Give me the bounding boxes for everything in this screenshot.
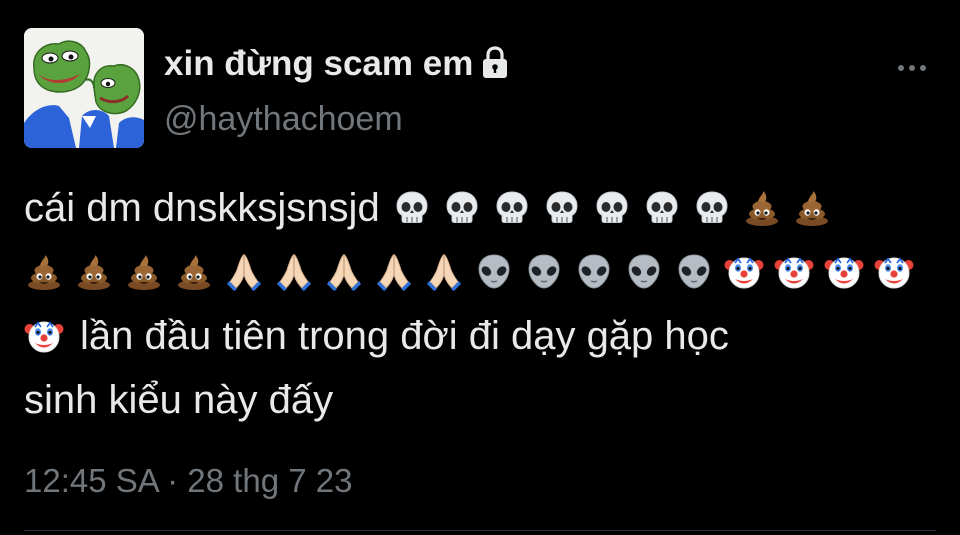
meta-separator: ·: [167, 462, 179, 499]
tweet-timestamp[interactable]: 12:45 SA · 28 thg 7 23: [24, 462, 352, 500]
folded-hands-icon: [324, 252, 364, 292]
more-icon: [898, 65, 904, 71]
folded-hands-icon: [374, 252, 414, 292]
skull-icon: [592, 188, 632, 228]
alien-icon: [674, 252, 714, 292]
alien-icon: [524, 252, 564, 292]
poop-icon: [742, 188, 782, 228]
poop-icon: [792, 188, 832, 228]
alien-icon: [574, 252, 614, 292]
tweet-text-segment: sinh kiểu này đấy: [24, 378, 334, 422]
poop-icon: [24, 252, 64, 292]
folded-hands-icon: [274, 252, 314, 292]
more-icon: [909, 65, 915, 71]
clown-icon: [824, 252, 864, 292]
lock-icon: [483, 46, 508, 78]
clown-icon: [774, 252, 814, 292]
pepe-frog-avatar-icon: [24, 28, 144, 148]
tweet-line-1: cái dm dnskksjsnsjd: [24, 176, 944, 240]
folded-hands-icon: [224, 252, 264, 292]
emoji-group-line2: [24, 252, 914, 292]
display-name[interactable]: xin đừng scam em: [164, 44, 473, 84]
tweet-line-3: lần đầu tiên trong đời đi dạy gặp học: [24, 304, 944, 368]
skull-icon: [692, 188, 732, 228]
more-icon: [920, 65, 926, 71]
tweet-date[interactable]: 28 thg 7 23: [187, 462, 352, 499]
alien-icon: [624, 252, 664, 292]
tweet-text-segment: lần đầu tiên trong đời đi dạy gặp học: [80, 314, 729, 358]
tweet-card: xin đừng scam em @haythachoem cái dm dns…: [0, 0, 960, 535]
tweet-time[interactable]: 12:45 SA: [24, 462, 158, 499]
skull-icon: [542, 188, 582, 228]
clown-icon: [24, 316, 64, 356]
author-handle[interactable]: @haythachoem: [164, 100, 403, 139]
tweet-text-segment: cái dm dnskksjsnsjd: [24, 186, 380, 230]
avatar[interactable]: [24, 28, 144, 148]
more-options-button[interactable]: [890, 56, 934, 80]
folded-hands-icon: [424, 252, 464, 292]
emoji-group-line1: [392, 188, 832, 228]
skull-icon: [392, 188, 432, 228]
poop-icon: [124, 252, 164, 292]
skull-icon: [442, 188, 482, 228]
alien-icon: [474, 252, 514, 292]
divider: [24, 530, 936, 531]
poop-icon: [74, 252, 114, 292]
skull-icon: [642, 188, 682, 228]
tweet-line-4: sinh kiểu này đấy: [24, 368, 944, 432]
author-name-row[interactable]: xin đừng scam em: [164, 42, 511, 86]
clown-icon: [724, 252, 764, 292]
tweet-text: cái dm dnskksjsnsjd lần đầu tiên trong đ…: [24, 176, 944, 432]
tweet-line-2: [24, 240, 944, 304]
poop-icon: [174, 252, 214, 292]
skull-icon: [492, 188, 532, 228]
clown-icon: [874, 252, 914, 292]
